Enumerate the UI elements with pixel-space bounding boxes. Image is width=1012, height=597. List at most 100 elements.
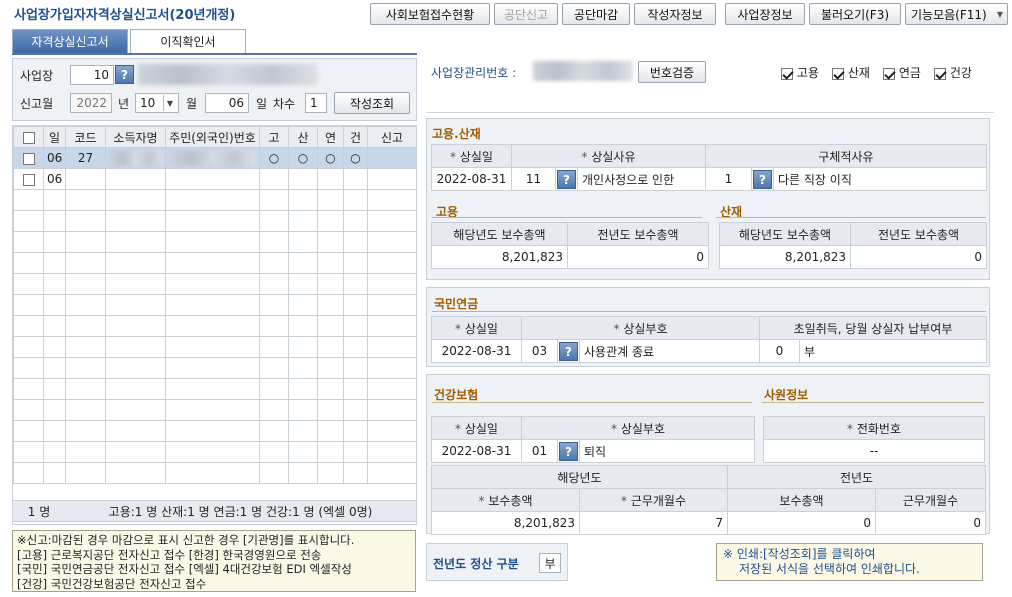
goyong-prev-pay[interactable]: 0 — [567, 245, 709, 269]
grid-cell — [367, 273, 417, 295]
pension-loss-text: 사용관계 종료 — [579, 339, 760, 363]
grid-cell — [13, 420, 44, 442]
tab-loss-report[interactable]: 자격상실신고서 — [12, 29, 128, 53]
grid-cell — [343, 315, 368, 337]
health-cur-months[interactable]: 7 — [579, 511, 728, 535]
workplace-info-button[interactable]: 사업장정보 — [725, 3, 805, 25]
grid-cell — [165, 378, 260, 400]
footer-count: 1 명 — [27, 504, 51, 519]
grid-cell — [288, 399, 318, 421]
grid-cell — [367, 252, 417, 274]
grid-cell — [43, 210, 66, 232]
h-cur-pay-total: * 보수총액 — [431, 488, 580, 512]
search-button[interactable]: 작성조회 — [334, 92, 410, 114]
grid-footer: 1 명 고용:1 명 산재:1 명 연금:1 명 건강:1 명 (엑셀 0명) — [12, 500, 417, 522]
health-help-icon[interactable]: ? — [557, 439, 580, 463]
grid-cell — [43, 399, 66, 421]
agency-report-button[interactable]: 공단신고 — [494, 3, 558, 25]
grid-cell — [288, 420, 318, 442]
month-select[interactable]: 10 ▼ — [135, 93, 179, 113]
row-resident-no — [165, 168, 260, 190]
social-insurance-status-button[interactable]: 사회보험접수현황 — [370, 3, 490, 25]
health-loss-date[interactable]: 2022-08-31 — [431, 439, 522, 463]
grid-cell — [288, 336, 318, 358]
health-prev-months[interactable]: 0 — [875, 511, 986, 535]
table-row — [13, 336, 417, 358]
grid-cell — [65, 210, 106, 232]
row-checkbox[interactable] — [13, 168, 44, 190]
settlement-input[interactable]: 부 — [539, 553, 561, 573]
grid-cell — [367, 378, 417, 400]
function-menu-button[interactable]: 기능모음(F11) ▼ — [905, 3, 1008, 25]
table-row — [13, 231, 417, 253]
workplace-help-icon[interactable]: ? — [115, 65, 134, 84]
sanjae-cur-pay[interactable]: 8,201,823 — [719, 245, 851, 269]
grid-cell — [13, 189, 44, 211]
month-value: 10 — [140, 96, 156, 110]
table-row — [13, 273, 417, 295]
grid-cell — [43, 336, 66, 358]
detail-reason-code[interactable]: 1 — [705, 167, 752, 191]
table-row[interactable]: 06 — [13, 168, 417, 190]
grid-cell — [105, 378, 166, 400]
grid-cell — [165, 210, 260, 232]
tab-underline — [12, 53, 417, 55]
grid-cell — [65, 231, 106, 253]
check-employment[interactable]: 고용 — [781, 64, 819, 81]
h-prev-pay: 전년도 보수총액 — [850, 222, 987, 246]
load-button[interactable]: 불러오기(F3) — [809, 3, 901, 25]
employment-reason-code[interactable]: 11 — [511, 167, 556, 191]
col-day: 일 — [43, 126, 66, 148]
health-cur-pay[interactable]: 8,201,823 — [431, 511, 580, 535]
phone-value[interactable]: -- — [763, 439, 985, 463]
health-loss-code[interactable]: 01 — [521, 439, 558, 463]
tab-separation-confirm[interactable]: 이직확인서 — [130, 29, 246, 53]
h-phone: * 전화번호 — [763, 416, 985, 440]
select-all-checkbox[interactable] — [13, 126, 44, 148]
grid-cell — [165, 336, 260, 358]
check-industrial[interactable]: 산재 — [832, 64, 870, 81]
pension-help-icon[interactable]: ? — [557, 339, 580, 363]
reason-help-icon[interactable]: ? — [555, 167, 578, 191]
notice-box: ※신고:마감된 경우 마감으로 표시 신고한 경우 [기관명]를 표시합니다. … — [12, 530, 416, 592]
sanjae-prev-pay[interactable]: 0 — [850, 245, 987, 269]
grid-cell — [43, 420, 66, 442]
grid-cell — [65, 336, 106, 358]
grid-cell — [165, 441, 260, 463]
grid-cell — [259, 336, 289, 358]
first-pay-text: 부 — [799, 339, 987, 363]
window-title: 사업장가입자자격상실신고서(20년개정) — [14, 8, 236, 23]
grid-cell — [65, 420, 106, 442]
grid-cell — [317, 210, 344, 232]
employee-grid: 일 코드 소득자명 주민(외국인)번호 고 산 연 건 신고 06 27 ○ ○… — [12, 125, 417, 525]
health-pay-table: 해당년도 전년도 * 보수총액 * 근무개월수 보수총액 근무개월수 8,201… — [431, 465, 986, 535]
grid-cell — [367, 462, 417, 484]
year-suffix: 년 — [118, 97, 130, 111]
agency-close-button[interactable]: 공단마감 — [562, 3, 630, 25]
day-input[interactable]: 06 — [205, 93, 249, 113]
col-go: 고 — [259, 126, 289, 148]
employment-loss-date[interactable]: 2022-08-31 — [431, 167, 512, 191]
table-row[interactable]: 06 27 ○ ○ ○ ○ — [13, 147, 417, 169]
check-pension[interactable]: 연금 — [883, 64, 921, 81]
grid-cell — [343, 462, 368, 484]
goyong-cur-pay[interactable]: 8,201,823 — [431, 245, 568, 269]
health-prev-pay[interactable]: 0 — [727, 511, 876, 535]
h-loss-code: * 상실부호 — [521, 416, 755, 440]
author-info-button[interactable]: 작성자정보 — [634, 3, 716, 25]
grid-cell — [13, 231, 44, 253]
row-name — [105, 147, 166, 169]
verify-number-button[interactable]: 번호검증 — [638, 61, 706, 83]
check-health[interactable]: 건강 — [934, 64, 972, 81]
row-day: 06 — [43, 147, 66, 169]
row-checkbox[interactable] — [13, 147, 44, 169]
workplace-code-input[interactable]: 10 — [70, 65, 114, 85]
notice-line: [국민] 국민연금공단 전자신고 접수 [엑셀] 4대건강보험 EDI 엑셀작성 — [17, 562, 352, 576]
first-pay-code[interactable]: 0 — [759, 339, 800, 363]
pension-loss-date[interactable]: 2022-08-31 — [431, 339, 522, 363]
seq-input[interactable]: 1 — [305, 93, 327, 113]
pension-loss-code[interactable]: 03 — [521, 339, 558, 363]
employee-info-title: 사원정보 — [764, 388, 809, 402]
year-input[interactable]: 2022 — [70, 93, 112, 113]
detail-help-icon[interactable]: ? — [751, 167, 774, 191]
